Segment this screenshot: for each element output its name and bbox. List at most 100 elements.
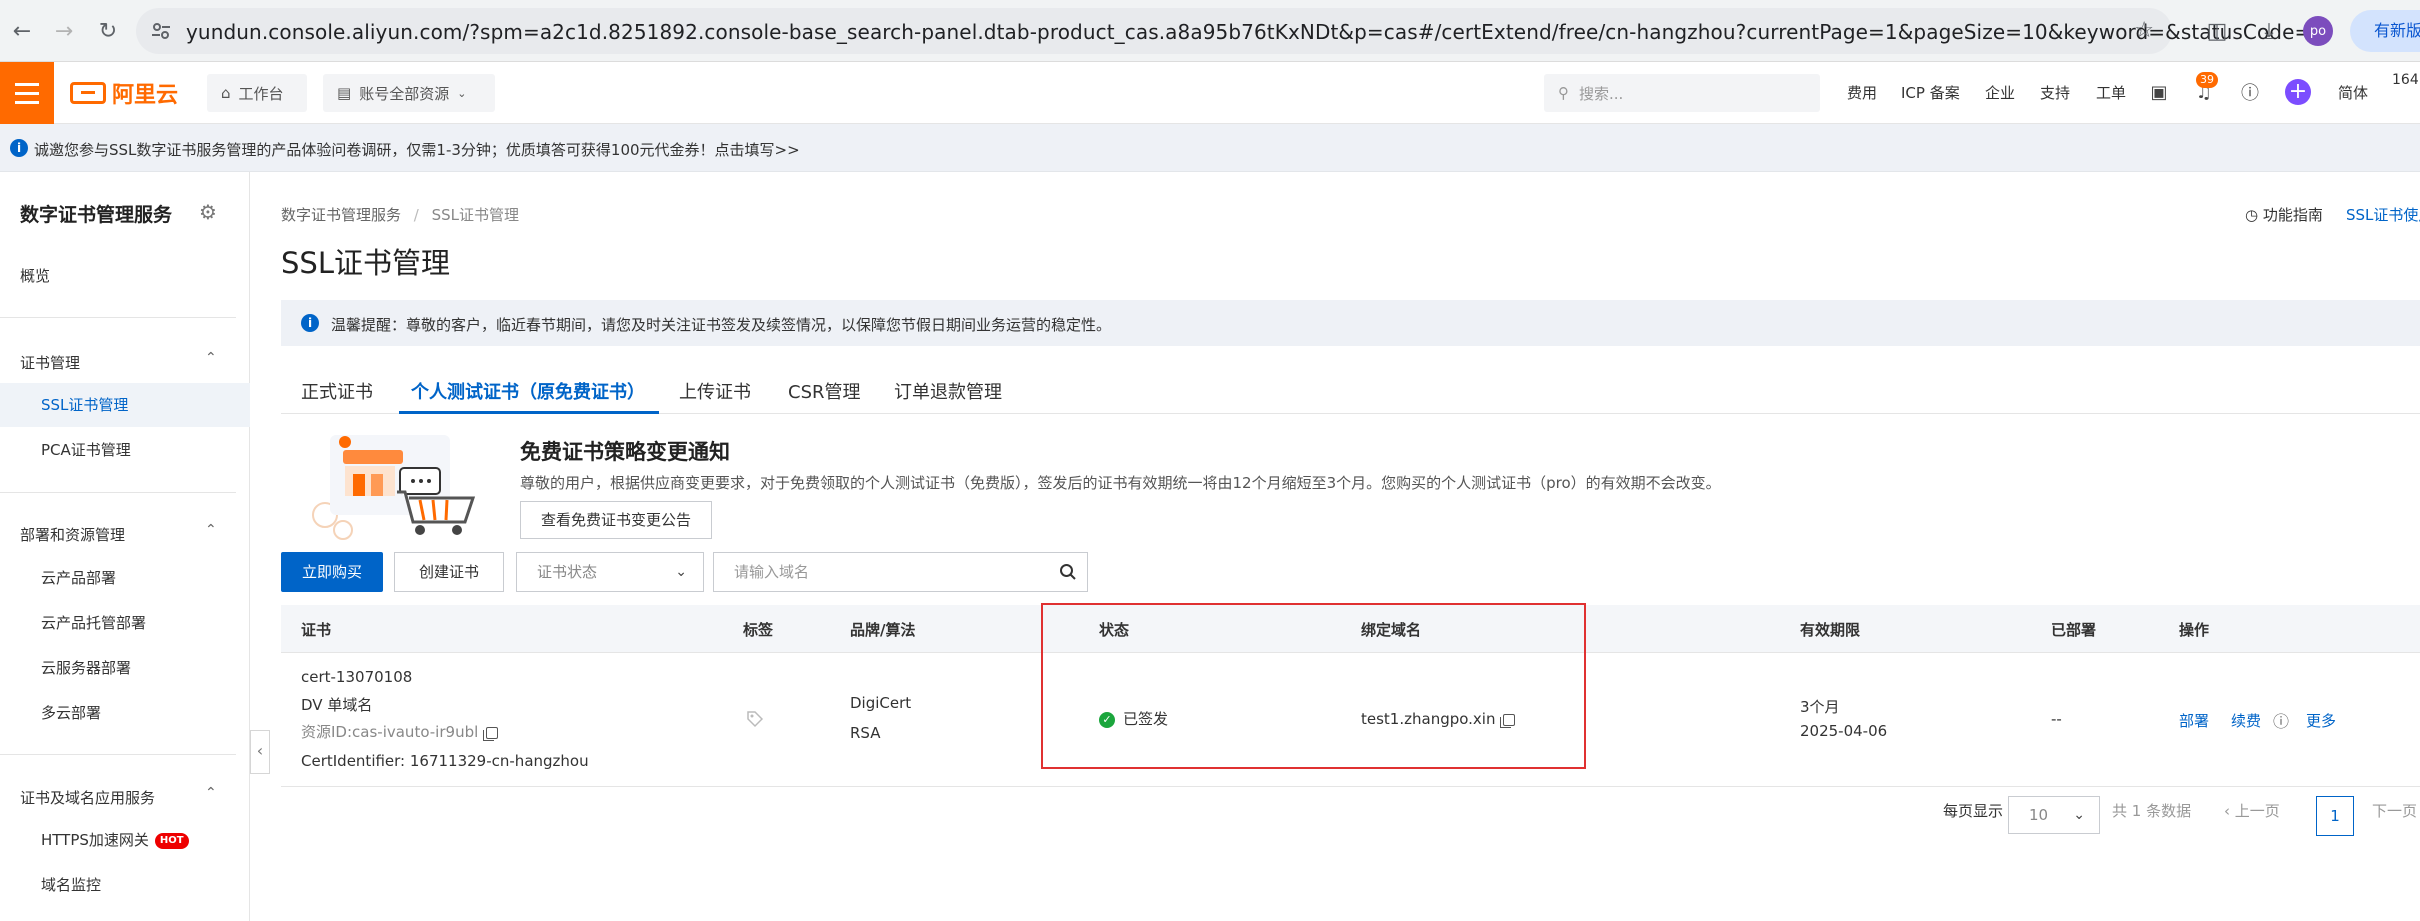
create-cert-button[interactable]: 创建证书 bbox=[394, 552, 504, 592]
info-icon: i bbox=[10, 139, 28, 157]
renew-help-icon[interactable]: ⓘ bbox=[2273, 708, 2289, 732]
address-bar[interactable]: yundun.console.aliyun.com/?spm=a2c1d.825… bbox=[136, 8, 2311, 54]
deploy-link[interactable]: 部署 bbox=[2179, 710, 2209, 731]
sidebar: 数字证书管理服务 ⚙ 概览 证书管理 ⌃ SSL证书管理 PCA证书管理 部署和… bbox=[0, 172, 250, 921]
sidebar-item-managed-deploy[interactable]: 云产品托管部署 bbox=[0, 601, 250, 645]
page-number-current[interactable]: 1 bbox=[2316, 796, 2354, 836]
topbar-link-ticket[interactable]: 工单 bbox=[2096, 82, 2126, 103]
site-info-icon[interactable] bbox=[150, 20, 172, 42]
survey-notice-text[interactable]: 诚邀您参与SSL数字证书服务管理的产品体验问卷调研，仅需1-3分钟；优质填答可获… bbox=[34, 139, 800, 160]
sidebar-collapse-icon[interactable]: ‹ bbox=[250, 730, 270, 774]
info-icon: i bbox=[301, 314, 319, 332]
sidebar-title: 数字证书管理服务 bbox=[20, 204, 173, 226]
topbar-link-enterprise[interactable]: 企业 bbox=[1985, 82, 2015, 103]
sidebar-group-services[interactable]: 证书及域名应用服务 bbox=[20, 787, 155, 808]
aliyun-logo[interactable]: 阿里云 bbox=[70, 79, 178, 108]
promo-body: 尊敬的用户，根据供应商变更要求，对于免费领取的个人测试证书（免费版），签发后的证… bbox=[520, 474, 1721, 492]
chevron-up-icon[interactable]: ⌃ bbox=[205, 785, 217, 801]
breadcrumb-item: SSL证书管理 bbox=[431, 206, 520, 224]
sidebar-item-server-deploy[interactable]: 云服务器部署 bbox=[0, 646, 250, 690]
list-icon: ▤ bbox=[337, 84, 352, 102]
tab-test-cert[interactable]: 个人测试证书（原免费证书） bbox=[411, 378, 645, 404]
sidebar-item-overview[interactable]: 概览 bbox=[0, 254, 250, 298]
feature-guide-link[interactable]: ◷ 功能指南 bbox=[2245, 204, 2323, 225]
cert-type: DV 单域名 bbox=[301, 696, 373, 714]
hot-badge: HOT bbox=[154, 832, 189, 849]
workbench-button[interactable]: ⌂ 工作台 bbox=[207, 74, 307, 112]
forward-icon[interactable]: → bbox=[48, 15, 80, 47]
ssl-usage-link[interactable]: SSL证书使用 bbox=[2346, 204, 2420, 225]
topbar-link-billing[interactable]: 费用 bbox=[1847, 82, 1877, 103]
sidebar-item-ssl[interactable]: SSL证书管理 bbox=[0, 383, 250, 427]
extensions-icon[interactable]: ◫ bbox=[2202, 16, 2232, 46]
copy-icon[interactable] bbox=[483, 726, 499, 741]
tab-formal-cert[interactable]: 正式证书 bbox=[301, 378, 373, 404]
language-switch[interactable]: 简体 bbox=[2338, 82, 2368, 103]
renew-link[interactable]: 续费 bbox=[2231, 710, 2261, 731]
cert-brand: DigiCert bbox=[850, 694, 912, 712]
browser-update-button[interactable]: 有新版 C bbox=[2350, 10, 2420, 52]
next-page-button[interactable]: 下一页 bbox=[2372, 800, 2417, 821]
search-placeholder: 搜索... bbox=[1579, 84, 1624, 103]
sidebar-group-deploy[interactable]: 部署和资源管理 bbox=[20, 524, 125, 545]
col-validity: 有效期限 bbox=[1800, 621, 1861, 639]
search-icon bbox=[1059, 564, 1076, 580]
topbar-link-support[interactable]: 支持 bbox=[2040, 82, 2070, 103]
account-id[interactable]: 164 bbox=[2392, 72, 2419, 88]
col-tag: 标签 bbox=[743, 621, 774, 639]
tab-upload-cert[interactable]: 上传证书 bbox=[679, 378, 751, 404]
tab-csr[interactable]: CSR管理 bbox=[788, 378, 861, 404]
bookmark-star-icon[interactable]: ☆ bbox=[2134, 18, 2154, 43]
per-page-label: 每页显示 bbox=[1943, 802, 2004, 820]
deployed-count: -- bbox=[2051, 710, 2062, 728]
cert-status-select[interactable]: 证书状态 ⌄ bbox=[516, 552, 704, 592]
buy-now-button[interactable]: 立即购买 bbox=[281, 552, 383, 592]
cert-identifier: CertIdentifier: 16711329-cn-hangzhou bbox=[301, 752, 589, 770]
feature-guide-label: 功能指南 bbox=[2262, 206, 2323, 224]
profile-avatar[interactable]: po bbox=[2303, 16, 2333, 46]
search-icon: ⚲ bbox=[1558, 84, 1569, 102]
plus-icon[interactable]: + bbox=[2285, 79, 2311, 105]
sidebar-item-https-gateway[interactable]: HTTPS加速网关 HOT bbox=[0, 818, 250, 862]
resource-selector[interactable]: ▤ 账号全部资源 ⌄ bbox=[323, 74, 495, 112]
terminal-icon[interactable]: ▣ bbox=[2146, 79, 2172, 105]
chevron-down-icon: ⌄ bbox=[675, 564, 687, 580]
sidebar-item-cloud-deploy[interactable]: 云产品部署 bbox=[0, 556, 250, 600]
tab-refund[interactable]: 订单退款管理 bbox=[894, 378, 1002, 404]
sidebar-item-multicloud-deploy[interactable]: 多云部署 bbox=[0, 691, 250, 735]
breadcrumb-separator: / bbox=[413, 206, 419, 224]
search-button[interactable] bbox=[1048, 552, 1088, 592]
workbench-label: 工作台 bbox=[238, 84, 284, 103]
promo-title: 免费证书策略变更通知 bbox=[520, 440, 730, 464]
download-icon[interactable]: ⤓ bbox=[2254, 16, 2284, 46]
global-search-input[interactable]: ⚲ 搜索... bbox=[1544, 74, 1820, 112]
prev-page-button[interactable]: ‹ 上一页 bbox=[2224, 800, 2280, 821]
col-actions: 操作 bbox=[2179, 621, 2210, 639]
active-tab-indicator bbox=[399, 411, 659, 414]
chevron-left-icon: ‹ bbox=[2224, 802, 2230, 820]
view-announcement-button[interactable]: 查看免费证书变更公告 bbox=[520, 501, 712, 539]
tag-icon[interactable] bbox=[746, 710, 764, 728]
sidebar-item-domain-monitor[interactable]: 域名监控 bbox=[0, 863, 250, 907]
sidebar-divider bbox=[0, 317, 236, 318]
page-size-select[interactable]: 10 ⌄ bbox=[2008, 796, 2100, 834]
help-icon[interactable]: ⓘ bbox=[2237, 79, 2263, 105]
sidebar-item-pca[interactable]: PCA证书管理 bbox=[0, 428, 250, 472]
col-cert: 证书 bbox=[301, 621, 332, 639]
reminder-text: 温馨提醒：尊敬的客户，临近春节期间，请您及时关注证书签发及续签情况，以保障您节假… bbox=[331, 316, 1112, 334]
gear-icon[interactable]: ⚙ bbox=[199, 200, 217, 224]
menu-icon[interactable] bbox=[0, 62, 54, 124]
chevron-up-icon[interactable]: ⌃ bbox=[205, 522, 217, 538]
sidebar-group-cert[interactable]: 证书管理 bbox=[20, 352, 80, 373]
reload-icon[interactable]: ↻ bbox=[92, 15, 124, 47]
status-select-label: 证书状态 bbox=[537, 563, 598, 581]
resource-id-text: 资源ID:cas-ivauto-ir9ubl bbox=[301, 723, 479, 741]
chevron-down-icon: ⌄ bbox=[457, 86, 467, 100]
topbar-link-icp[interactable]: ICP 备案 bbox=[1901, 82, 1960, 103]
breadcrumb-item[interactable]: 数字证书管理服务 bbox=[281, 206, 401, 224]
domain-search-input[interactable]: 请输入域名 bbox=[713, 552, 1049, 592]
chevron-up-icon[interactable]: ⌃ bbox=[205, 350, 217, 366]
back-icon[interactable]: ← bbox=[6, 15, 38, 47]
sidebar-divider bbox=[0, 754, 236, 755]
more-actions-link[interactable]: 更多 bbox=[2306, 710, 2336, 731]
